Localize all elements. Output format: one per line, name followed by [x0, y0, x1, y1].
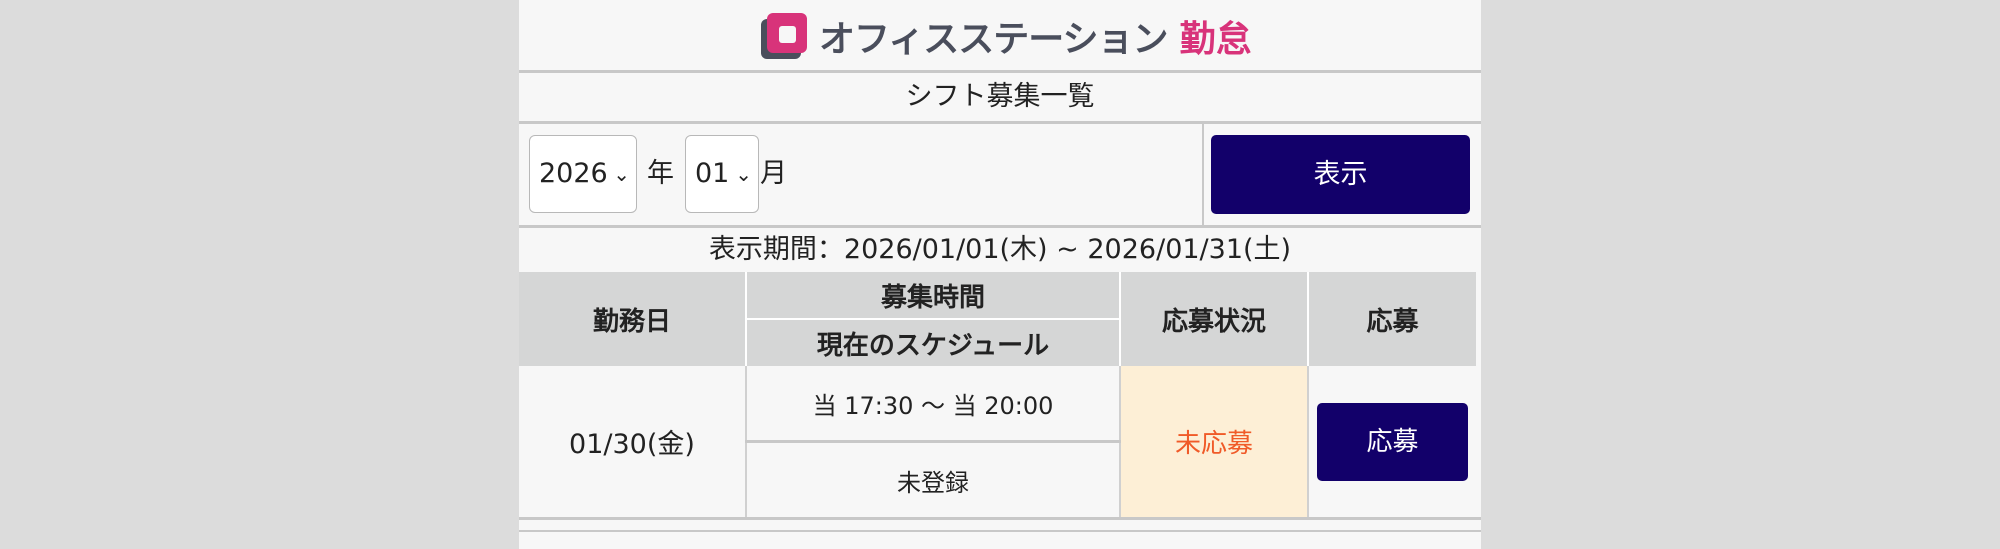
divider: [519, 530, 1481, 532]
divider: [519, 517, 1481, 530]
page-container: オフィスステーション 勤怠 シフト募集一覧 2026 ⌄ 年 01 ⌄ 月 表示…: [519, 0, 1481, 549]
year-select[interactable]: 2026 ⌄: [529, 135, 637, 213]
month-value: 01: [695, 158, 730, 189]
header-apply: 応募: [1307, 272, 1476, 366]
current-schedule-cell: 未登録: [745, 441, 1120, 517]
filter-bar: 2026 ⌄ 年 01 ⌄ 月 表示: [519, 124, 1481, 228]
apply-button[interactable]: 応募: [1317, 402, 1468, 481]
year-unit-label: 年: [647, 158, 674, 189]
status-badge: 未応募: [1119, 366, 1309, 517]
month-unit-label: 月: [760, 158, 787, 189]
month-select[interactable]: 01 ⌄: [685, 135, 759, 213]
work-date-cell: 01/30(金): [569, 429, 695, 460]
header-work-date: 勤務日: [519, 272, 746, 366]
chevron-down-icon: ⌄: [613, 162, 630, 186]
app-logo[interactable]: オフィスステーション 勤怠: [761, 10, 1252, 62]
logo-accent-text: 勤怠: [1179, 19, 1252, 60]
table-row: 01/30(金) 当 17:30 〜 当 20:00 未応募 応募: [519, 366, 1476, 517]
logo-text: オフィスステーション: [819, 19, 1169, 60]
date-filter: 2026 ⌄ 年 01 ⌄ 月: [519, 124, 1204, 225]
year-value: 2026: [539, 158, 608, 189]
recruit-time-cell: 当 17:30 〜 当 20:00: [745, 366, 1120, 443]
app-header: オフィスステーション 勤怠: [519, 0, 1481, 73]
show-button[interactable]: 表示: [1211, 135, 1470, 214]
header-current-schedule: 現在のスケジュール: [745, 319, 1120, 366]
chevron-down-icon: ⌄: [735, 162, 752, 186]
apply-cell: 応募: [1308, 366, 1476, 517]
header-status: 応募状況: [1119, 272, 1308, 366]
page-title: シフト募集一覧: [519, 73, 1481, 124]
shift-recruit-table: 勤務日 募集時間 応募状況 応募 現在のスケジュール 01/30(金) 当 17…: [519, 272, 1476, 517]
office-station-logo-icon: [761, 13, 807, 59]
header-recruit-time: 募集時間: [745, 272, 1120, 320]
display-period: 表示期間：2026/01/01(木) ~ 2026/01/31(土): [708, 234, 1292, 265]
